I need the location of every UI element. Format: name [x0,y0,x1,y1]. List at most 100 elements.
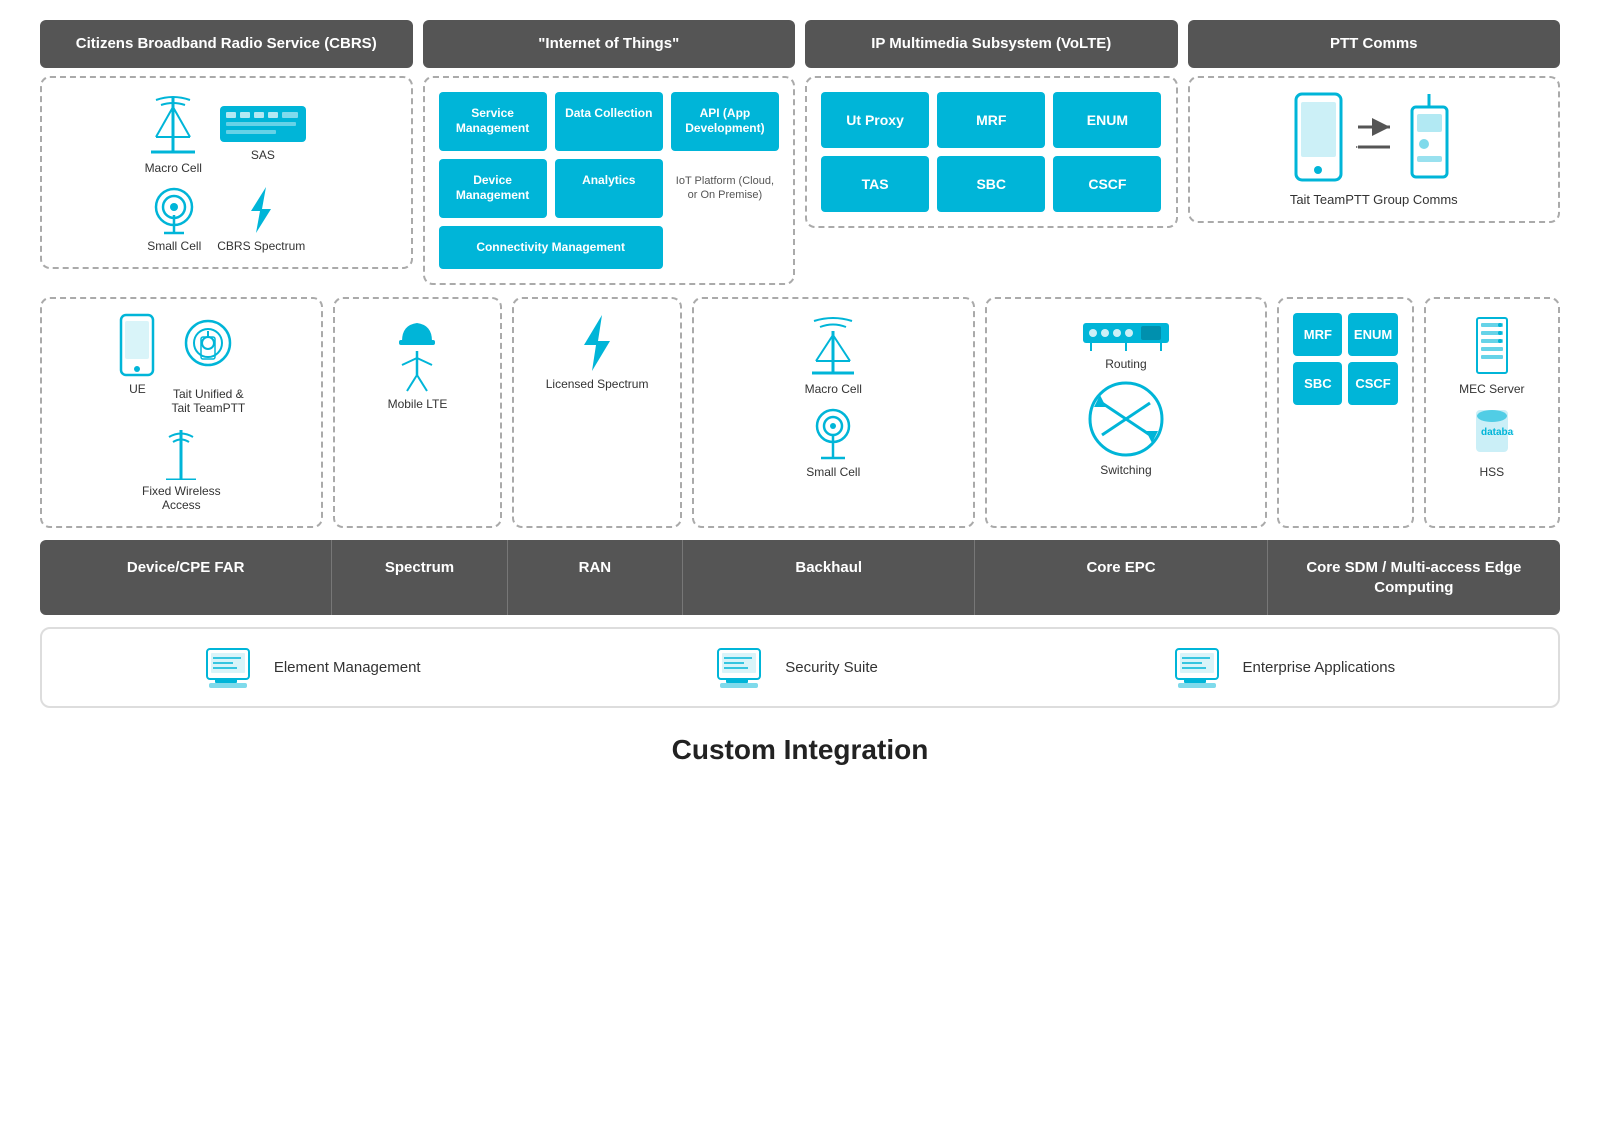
mobile-lte-label: Mobile LTE [388,397,448,411]
security-suite-item: Security Suite [716,645,878,690]
ims-enum: ENUM [1053,92,1161,148]
cbrs-spectrum-icon [236,185,286,235]
ptt-header: PTT Comms [1188,20,1561,68]
small-cell-icon [152,185,197,235]
macro-cell-item: Macro Cell [145,92,202,175]
ptt-smartphone-icon [1291,92,1346,182]
hss-label: HSS [1479,465,1504,479]
sas-label: SAS [251,148,275,162]
custom-integration-footer: Custom Integration [40,720,1560,770]
mid-small-cell-item: Small Cell [806,406,860,479]
bar-ran: RAN [508,540,683,615]
ims-content: Ut Proxy MRF ENUM TAS SBC CSCF [805,76,1178,228]
iot-platform-note-cell: IoT Platform (Cloud, or On Premise) [671,159,779,218]
mid-spectrum-box: Mobile LTE [333,297,503,528]
mid-ue-item: UE [117,313,157,415]
mid-licensed-item: Licensed Spectrum [546,313,649,391]
mid-core-sdm-wrapper: MRF ENUM SBC CSCF [1277,297,1560,528]
enterprise-apps-item: Enterprise Applications [1174,645,1396,690]
mid-ran-box: Macro Cell Small Cell [692,297,975,528]
bottom-bar: Device/CPE FAR Spectrum RAN Backhaul Cor… [40,540,1560,615]
iot-service-mgmt: Service Management [439,92,547,151]
mid-core-epc-box: MRF ENUM SBC CSCF [1277,297,1413,528]
licensed-spectrum-label: Licensed Spectrum [546,377,649,391]
iot-platform-note: IoT Platform (Cloud, or On Premise) [671,174,779,203]
mid-switching-item: Switching [1001,379,1252,477]
ims-sbc: SBC [937,156,1045,212]
security-suite-icon [716,645,771,690]
small-cell-item: Small Cell [147,185,201,253]
ue-label: UE [129,382,146,396]
core-cscf: CSCF [1348,362,1397,405]
switching-icon [1086,379,1166,459]
core-sbc: SBC [1293,362,1342,405]
cbrs-header: Citizens Broadband Radio Service (CBRS) [40,20,413,68]
bar-backhaul: Backhaul [683,540,975,615]
mid-sdm-box: MEC Server database HSS [1424,297,1560,528]
cbrs-spectrum-item: CBRS Spectrum [217,185,305,253]
fwa-label: Fixed WirelessAccess [142,484,221,512]
ran-small-cell-icon [811,406,856,461]
svg-text:database: database [1481,427,1514,438]
ims-ut-proxy: Ut Proxy [821,92,929,148]
mid-tait-item: Tait Unified &Tait TeamPTT [171,313,245,415]
bar-core-epc: Core EPC [975,540,1267,615]
tait-unified-label: Tait Unified &Tait TeamPTT [171,387,245,415]
security-suite-label: Security Suite [785,659,878,676]
macro-cell-label: Macro Cell [145,161,202,175]
core-mrf: MRF [1293,313,1342,356]
elem-mgmt-item: Element Management [205,645,421,690]
mid-device-row: UE Tait Unified &Tait TeamPTT [117,313,245,415]
licensed-spectrum-icon [572,313,622,373]
mgmt-row: Element Management Security Suite [40,627,1560,708]
ptt-content: Tait TeamPTT Group Comms [1188,76,1561,223]
ims-cscf: CSCF [1053,156,1161,212]
mec-server-icon [1469,313,1514,378]
sas-icon [218,104,308,144]
switching-label: Switching [1100,463,1151,477]
iot-content: Service Management Data Collection API (… [423,76,796,286]
iot-data-collection: Data Collection [555,92,663,151]
ue-icon [117,313,157,378]
ptt-arrows-icon [1356,117,1392,157]
small-cell-label: Small Cell [147,239,201,253]
mid-licensed-box: Licensed Spectrum [512,297,682,528]
core-epc-grid: MRF ENUM SBC CSCF [1293,313,1397,405]
iot-connectivity-mgmt: Connectivity Management [439,226,663,270]
iot-analytics: Analytics [555,159,663,218]
mid-backhaul-box: Routing Switching [985,297,1268,528]
cbrs-spectrum-label: CBRS Spectrum [217,239,305,253]
tait-unified-icon [181,313,236,383]
ptt-column: PTT Comms [1188,20,1561,285]
mec-server-item: MEC Server [1459,313,1524,396]
ptt-devices [1291,92,1457,182]
sas-item: SAS [218,104,308,162]
macro-cell-tower-icon [146,92,201,157]
ims-column: IP Multimedia Subsystem (VoLTE) Ut Proxy… [805,20,1178,285]
ran-macro-cell-label: Macro Cell [805,382,862,396]
mid-device-box: UE Tait Unified &Tait TeamPTT [40,297,323,528]
bar-spectrum: Spectrum [332,540,507,615]
mec-server-label: MEC Server [1459,382,1524,396]
hss-icon: database [1469,406,1514,461]
hss-item: database HSS [1469,406,1514,479]
iot-api-dev: API (App Development) [671,92,779,151]
mid-macro-cell-item: Macro Cell [805,313,862,396]
iot-column: "Internet of Things" Service Management … [423,20,796,285]
ran-small-cell-label: Small Cell [806,465,860,479]
ran-macro-cell-icon [806,313,861,378]
cbrs-content: Macro Cell [40,76,413,269]
fwa-icon [161,425,201,480]
enterprise-apps-label: Enterprise Applications [1243,659,1396,676]
mobile-lte-icon [392,313,442,393]
elem-mgmt-label: Element Management [274,659,421,676]
mid-routing-item: Routing [1001,313,1252,371]
ims-header: IP Multimedia Subsystem (VoLTE) [805,20,1178,68]
routing-icon [1081,313,1171,353]
core-enum: ENUM [1348,313,1397,356]
elem-mgmt-icon [205,645,260,690]
top-section: Citizens Broadband Radio Service (CBRS) [40,20,1560,285]
bar-device-cpe: Device/CPE FAR [40,540,332,615]
iot-header: "Internet of Things" [423,20,796,68]
bar-core-sdm: Core SDM / Multi-access Edge Computing [1268,540,1560,615]
